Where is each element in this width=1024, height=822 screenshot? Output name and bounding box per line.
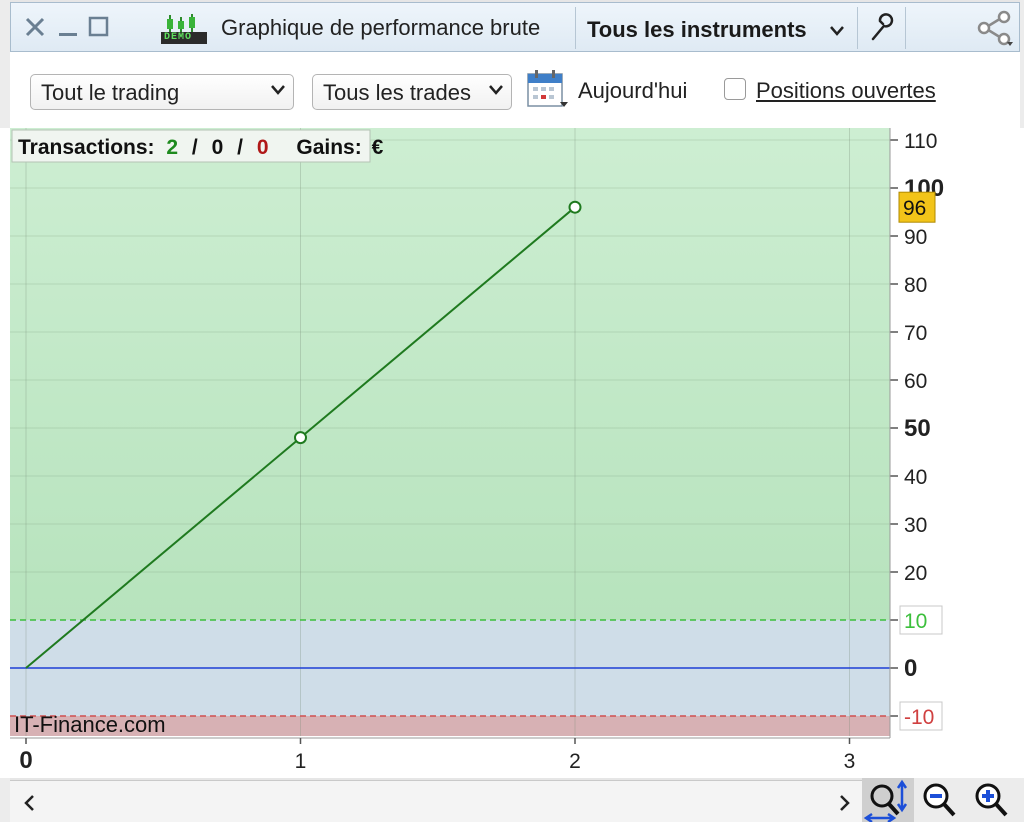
current-value-label: 96: [903, 197, 926, 220]
performance-chart: 1101009080706050403020100-1096 0123 Tran…: [0, 128, 1024, 778]
horizontal-scrollbar[interactable]: [10, 780, 862, 822]
x-axis-background: [0, 738, 1024, 778]
chevron-down-icon: [271, 85, 285, 95]
close-button[interactable]: [23, 15, 47, 39]
profit-zone: [10, 128, 890, 620]
y-axis: 1101009080706050403020100-1096: [889, 128, 1024, 738]
open-positions-checkbox[interactable]: [724, 78, 746, 100]
y-tick-label: 60: [904, 370, 927, 393]
y-tick-label: 110: [904, 130, 937, 153]
wrench-icon: [871, 13, 894, 41]
open-positions-label[interactable]: Positions ouvertes: [756, 78, 936, 104]
data-point[interactable]: [294, 431, 307, 445]
scroll-right-icon[interactable]: [834, 793, 854, 813]
y-tick-label: 80: [904, 274, 927, 297]
data-point[interactable]: [568, 200, 582, 214]
x-tick-label: 0: [19, 747, 32, 774]
demo-badge: DEMO: [164, 32, 193, 43]
transactions-losses: 0: [257, 136, 269, 159]
chevron-down-icon: [489, 85, 503, 95]
instrument-selector[interactable]: Tous les instruments: [581, 5, 857, 51]
title-divider: [857, 7, 858, 49]
gains-label: Gains:: [296, 136, 361, 159]
y-tick-label: 50: [904, 415, 931, 442]
y-tick-label: 30: [904, 514, 927, 537]
performance-window: DEMO Graphique de performance brute Tous…: [0, 0, 1024, 822]
transactions-summary: Transactions: 2 / 0 / 0 Gains: €: [11, 129, 384, 163]
title-divider: [575, 7, 576, 49]
zoom-in-button[interactable]: [970, 778, 1018, 822]
filter-toolbar: Tout le trading Tous les trades Aujourd'…: [10, 52, 1020, 128]
date-picker-button[interactable]: [526, 68, 570, 110]
x-axis: 0 1 2 3: [0, 737, 1024, 778]
watermark: IT-Finance.com: [14, 712, 166, 737]
x-tick-label: 3: [844, 750, 856, 773]
zoom-in-icon: [975, 783, 1008, 817]
trades-select-value: Tous les trades: [323, 80, 471, 105]
transactions-separator: /: [237, 136, 243, 159]
y-tick-label: 90: [904, 226, 927, 249]
y-tick-label: 70: [904, 322, 927, 345]
maximize-button[interactable]: [87, 15, 111, 39]
share-button[interactable]: [973, 9, 1015, 47]
window-title: Graphique de performance brute: [221, 15, 541, 40]
transactions-total: 2: [166, 136, 178, 159]
maximize-icon: [88, 16, 109, 37]
share-icon: [977, 10, 1013, 46]
minimize-button[interactable]: [57, 15, 79, 39]
transactions-label: Transactions:: [18, 136, 155, 159]
y-tick-label: 40: [904, 466, 927, 489]
scroll-left-icon[interactable]: [20, 793, 40, 813]
transactions-neutral: 0: [212, 136, 224, 159]
trades-select[interactable]: Tous les trades: [312, 74, 512, 110]
auto-zoom-icon: [863, 779, 908, 822]
title-divider: [905, 7, 906, 49]
x-tick-label: 1: [295, 750, 307, 773]
date-range-label: Aujourd'hui: [578, 78, 688, 103]
instrument-selector-label: Tous les instruments: [587, 17, 807, 42]
svg-text:Transactions: 2: Transactions: 2 / 0 / 0 Gains: €: [18, 136, 384, 159]
x-tick-label: 2: [569, 750, 581, 773]
auto-zoom-button[interactable]: [862, 778, 914, 822]
zoom-toolbar: [862, 778, 1024, 822]
calendar-icon: [527, 70, 568, 107]
settings-button[interactable]: [867, 13, 895, 43]
transactions-separator: /: [192, 136, 198, 159]
y-tick-label: -10: [904, 706, 934, 729]
trading-select-value: Tout le trading: [41, 80, 180, 105]
chevron-down-icon: [830, 26, 844, 36]
title-bar: DEMO Graphique de performance brute Tous…: [10, 2, 1020, 52]
zoom-out-button[interactable]: [918, 778, 966, 822]
y-tick-label: 0: [904, 655, 917, 682]
chart-zones: [10, 128, 890, 736]
trading-select[interactable]: Tout le trading: [30, 74, 294, 110]
y-tick-label: 20: [904, 562, 927, 585]
minimize-icon: [59, 33, 77, 36]
gains-value: €: [372, 136, 384, 159]
y-tick-label: 10: [904, 610, 927, 633]
demo-candlestick-icon: DEMO: [161, 13, 207, 45]
zoom-out-icon: [923, 783, 956, 817]
close-icon: [25, 17, 45, 37]
